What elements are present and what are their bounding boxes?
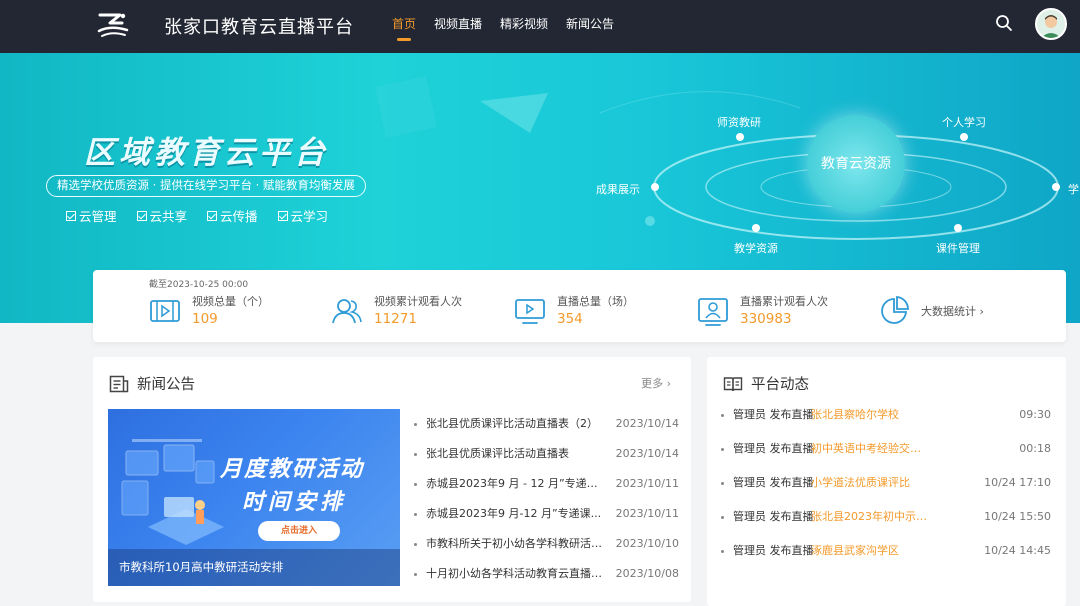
news-item[interactable]: 张北县优质课评比活动直播表（2） 2023/10/14 xyxy=(414,409,679,439)
dynamics-item: 管理员 发布直播 初中英语中考经验交流会 00:18 xyxy=(721,438,1051,472)
checkbox-icon xyxy=(207,210,218,221)
main-nav: 首页 视频直播 精彩视频 新闻公告 xyxy=(392,0,632,53)
big-data-label: 大数据统计 › xyxy=(921,305,984,318)
search-icon[interactable] xyxy=(995,14,1013,32)
stat-value: 11271 xyxy=(374,311,417,327)
checkbox-icon xyxy=(277,210,288,221)
avatar-image-icon xyxy=(1037,10,1065,38)
feature-headline-2: 时间安排 xyxy=(242,490,347,515)
news-item[interactable]: 赤城县2023年9 月 - 12 月”专递课... 2023/10/11 xyxy=(414,469,679,499)
stat-value: 109 xyxy=(192,311,218,327)
bullet-icon xyxy=(721,516,724,519)
live-link[interactable]: 张北县2023年初中示范... xyxy=(811,506,929,528)
news-more-link[interactable]: 更多 › xyxy=(641,375,671,391)
bullet-icon xyxy=(414,573,417,576)
live-link[interactable]: 初中英语中考经验交流会 xyxy=(811,438,929,460)
live-link[interactable]: 涿鹿县武家沟学区 xyxy=(811,540,929,562)
bullet-icon xyxy=(721,448,724,451)
stat-label: 视频累计观看人次 xyxy=(374,295,462,308)
news-item[interactable]: 张北县优质课评比活动直播表 2023/10/14 xyxy=(414,439,679,469)
user-board-icon xyxy=(698,298,728,326)
dynamics-panel: 平台动态 管理员 发布直播 张北县察哈尔学校 09:30 管理员 发布直播 初中英语中… xyxy=(707,357,1066,606)
video-icon xyxy=(150,300,180,322)
news-list: 张北县优质课评比活动直播表（2） 2023/10/14 张北县优质课评比活动直播表… xyxy=(414,409,679,589)
live-screen-icon xyxy=(515,299,545,324)
bullet-icon xyxy=(414,543,417,546)
dynamics-item: 管理员 发布直播 张北县2023年初中示范... 10/24 15:50 xyxy=(721,506,1051,540)
stats-bar: 截至2023-10-25 00:00 视频总量（个） 109 视频累计观看人次 … xyxy=(93,270,1066,342)
site-logo-icon[interactable] xyxy=(96,9,130,41)
dynamics-item: 管理员 发布直播 小学道法优质课评比 10/24 17:10 xyxy=(721,472,1051,506)
feature-cloud-manage: 云管理 xyxy=(66,206,117,225)
dynamics-item: 管理员 发布直播 张北县察哈尔学校 09:30 xyxy=(721,404,1051,438)
feature-enter-button[interactable]: 点击进入 xyxy=(258,521,340,541)
banner-title: 区域教育云平台 xyxy=(84,135,329,171)
orbit-label-resources: 教学资源 xyxy=(734,242,778,255)
dynamics-header: 平台动态 xyxy=(723,373,809,394)
bullet-icon xyxy=(414,483,417,486)
dynamics-item: 管理员 发布直播 涿鹿县武家沟学区 10/24 14:45 xyxy=(721,540,1051,574)
news-panel: 新闻公告 更多 › 月度教研活动 时间安排 点击进入 市教科所10月高中教研活动… xyxy=(93,357,691,602)
dynamics-list: 管理员 发布直播 张北县察哈尔学校 09:30 管理员 发布直播 初中英语中考经验交流… xyxy=(721,404,1051,574)
bullet-icon xyxy=(721,482,724,485)
live-link[interactable]: 张北县察哈尔学校 xyxy=(811,404,929,426)
bullet-icon xyxy=(414,513,417,516)
news-item[interactable]: 十月初小幼各学科活动教育云直播安... 2023/10/08 xyxy=(414,559,679,589)
site-title: 张家口教育云直播平台 xyxy=(164,17,354,38)
nav-news[interactable]: 新闻公告 xyxy=(566,0,614,53)
feature-cloud-share: 云共享 xyxy=(136,206,187,225)
checkbox-icon xyxy=(66,210,76,221)
stat-label: 直播累计观看人次 xyxy=(740,295,828,308)
stat-label: 视频总量（个） xyxy=(192,295,269,308)
news-feature-card[interactable]: 月度教研活动 时间安排 点击进入 市教科所10月高中教研活动安排 xyxy=(108,409,400,586)
feature-headline-1: 月度教研活动 xyxy=(220,457,365,482)
nav-live[interactable]: 视频直播 xyxy=(434,0,482,53)
orbit-label-personal-study: 个人学习 xyxy=(942,116,986,129)
checkbox-icon xyxy=(136,210,147,221)
live-link[interactable]: 小学道法优质课评比 xyxy=(811,472,929,494)
user-avatar[interactable] xyxy=(1035,8,1067,40)
pie-chart-icon xyxy=(881,296,909,324)
bullet-icon xyxy=(414,453,417,456)
orbit-label-study: 学 xyxy=(1068,183,1079,196)
news-item[interactable]: 市教科所关于初小幼各学科教研活动... 2023/10/10 xyxy=(414,529,679,559)
feature-caption: 市教科所10月高中教研活动安排 xyxy=(108,549,400,586)
stat-value: 330983 xyxy=(740,311,792,327)
top-navbar: 张家口教育云直播平台 首页 视频直播 精彩视频 新闻公告 xyxy=(0,0,1080,53)
orbit-label-teaching-research: 师资教研 xyxy=(717,116,761,129)
orbit-label-courseware: 课件管理 xyxy=(936,242,980,255)
stats-as-of: 截至2023-10-25 00:00 xyxy=(149,280,249,290)
feature-cloud-learn: 云学习 xyxy=(277,206,328,225)
bullet-icon xyxy=(721,414,724,417)
news-header: 新闻公告 xyxy=(109,373,195,394)
banner-subtitle: 精选学校优质资源 · 提供在线学习平台 · 赋能教育均衡发展 xyxy=(46,175,366,197)
users-icon xyxy=(332,299,362,324)
news-item[interactable]: 赤城县2023年9 月-12 月”专递课... 2023/10/11 xyxy=(414,499,679,529)
bullet-icon xyxy=(721,550,724,553)
open-book-icon xyxy=(723,376,743,391)
nav-videos[interactable]: 精彩视频 xyxy=(500,0,548,53)
stat-label: 直播总量（场） xyxy=(557,295,634,308)
stat-value: 354 xyxy=(557,311,583,327)
feature-cloud-broadcast: 云传播 xyxy=(207,206,258,225)
banner-features: 云管理 云共享 云传播 云学习 xyxy=(66,206,348,225)
nav-home[interactable]: 首页 xyxy=(392,0,416,53)
dynamics-heading: 平台动态 xyxy=(751,377,809,393)
orbit-label-achievements: 成果展示 xyxy=(596,183,640,196)
news-heading: 新闻公告 xyxy=(137,377,195,393)
newspaper-icon xyxy=(109,375,129,392)
bullet-icon xyxy=(414,423,417,426)
orbit-center: 教育云资源 xyxy=(807,115,905,213)
